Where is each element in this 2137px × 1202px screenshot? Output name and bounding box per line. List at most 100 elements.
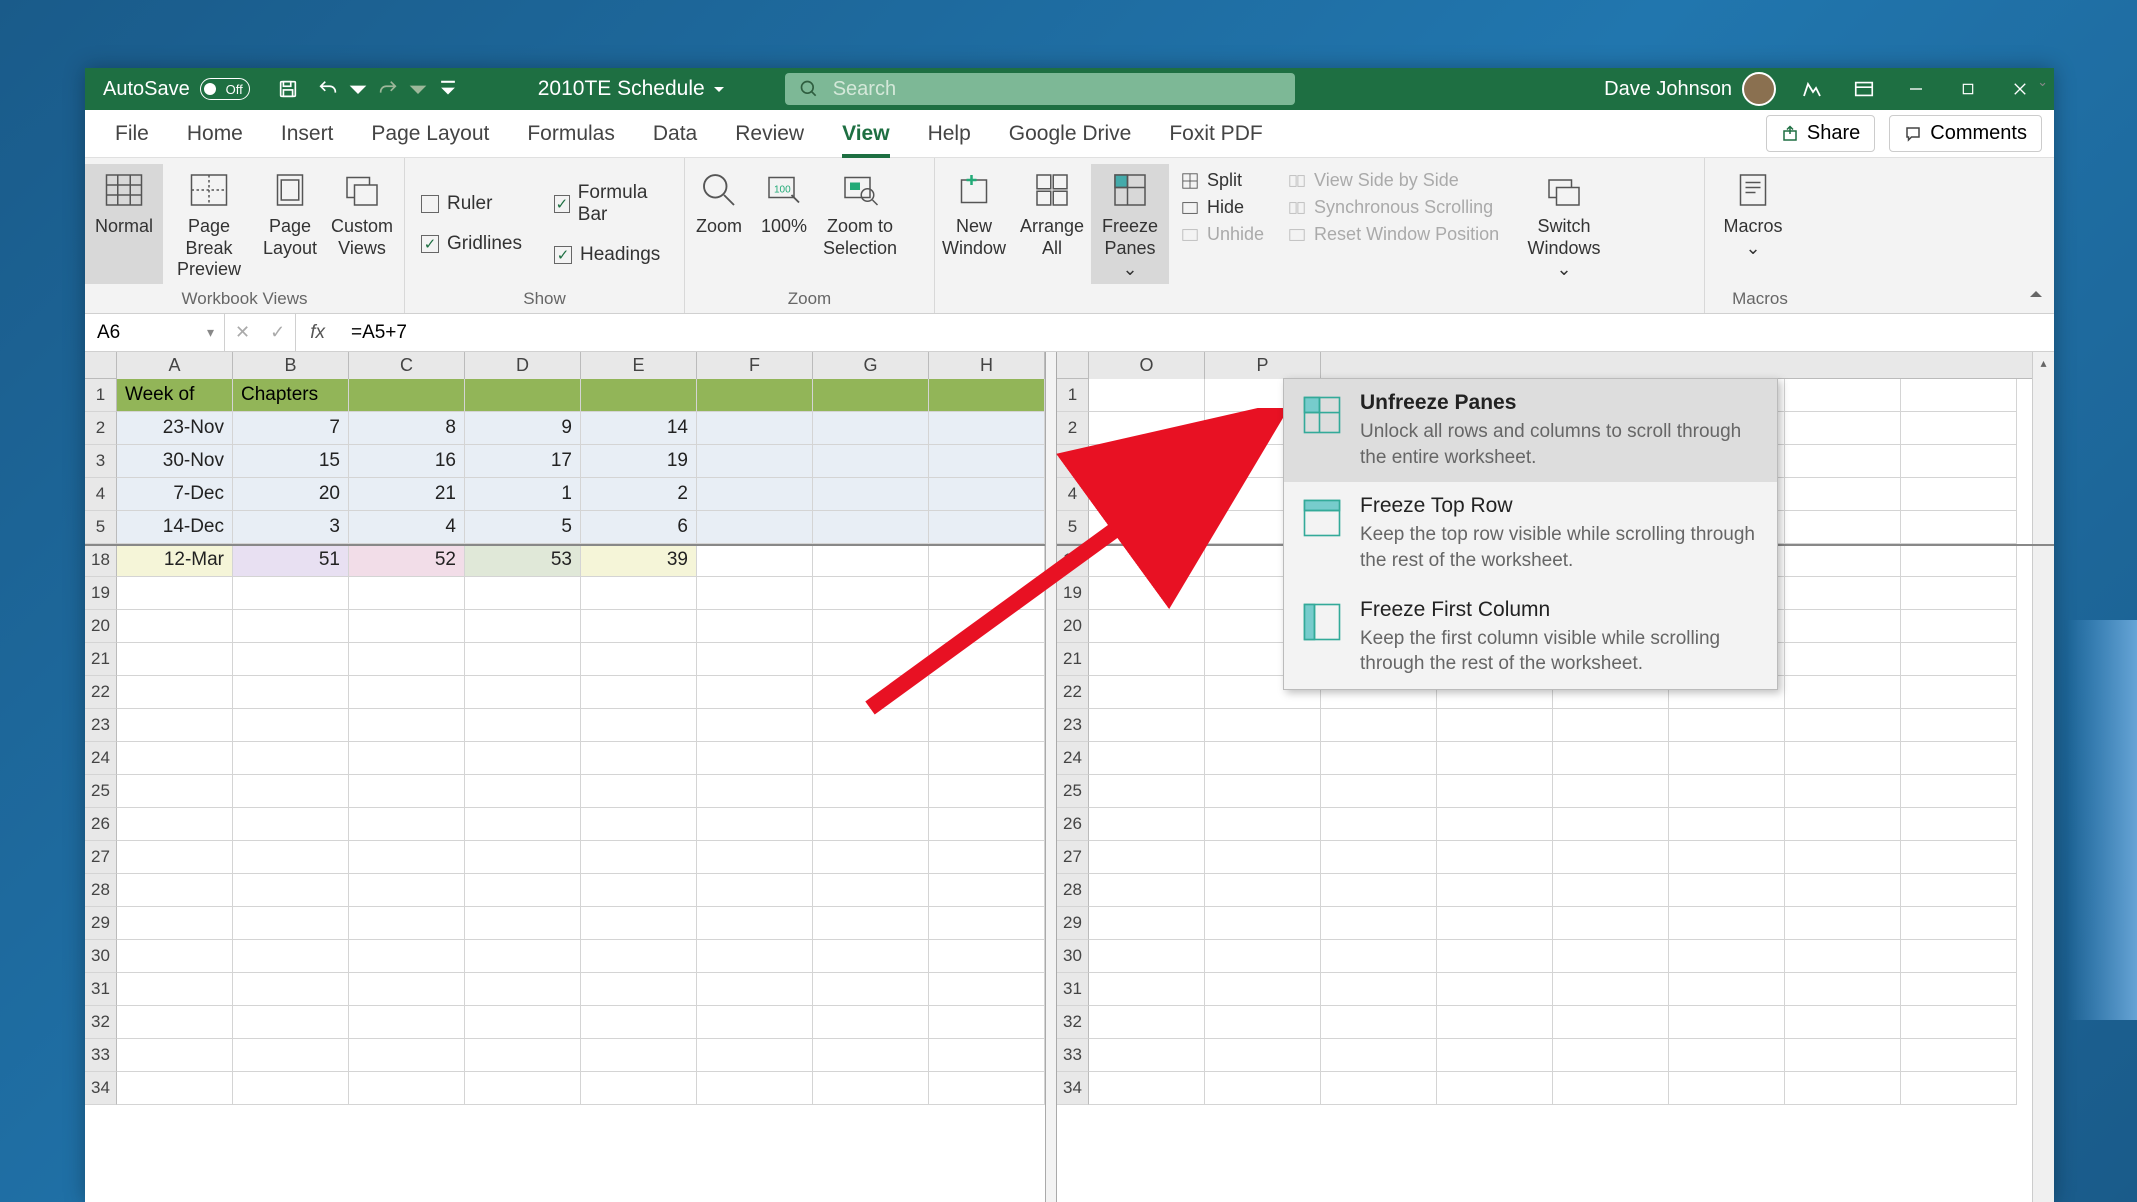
cell[interactable] (1321, 742, 1437, 775)
cell[interactable] (1089, 742, 1205, 775)
cell[interactable] (1321, 1072, 1437, 1105)
cell[interactable] (813, 907, 929, 940)
cell[interactable] (1901, 841, 2017, 874)
cell[interactable] (117, 577, 233, 610)
qat-customize-icon[interactable] (428, 68, 468, 110)
cell[interactable]: 12-Mar (117, 544, 233, 577)
page-break-preview-button[interactable]: Page BreakPreview (163, 164, 255, 284)
cell[interactable] (465, 940, 581, 973)
cell[interactable] (813, 445, 929, 478)
cell[interactable] (465, 1072, 581, 1105)
cell[interactable] (581, 742, 697, 775)
row-header[interactable]: 33 (1057, 1039, 1089, 1072)
cell[interactable] (697, 874, 813, 907)
cell[interactable] (233, 577, 349, 610)
cell[interactable]: 5 (465, 511, 581, 544)
cell[interactable] (465, 709, 581, 742)
cell[interactable]: 52 (349, 544, 465, 577)
cell[interactable] (1437, 808, 1553, 841)
cell[interactable] (233, 676, 349, 709)
row-header[interactable]: 23 (85, 709, 117, 742)
cell[interactable] (581, 1072, 697, 1105)
row-header[interactable]: 34 (85, 1072, 117, 1105)
cell[interactable] (697, 544, 813, 577)
switch-windows-button[interactable]: SwitchWindows ⌄ (1516, 164, 1612, 284)
cell[interactable] (465, 742, 581, 775)
normal-view-button[interactable]: Normal (85, 164, 163, 284)
cell[interactable] (233, 940, 349, 973)
cell[interactable] (929, 907, 1045, 940)
redo-dropdown-icon[interactable] (408, 68, 428, 110)
collapse-ribbon-icon[interactable] (2028, 286, 2044, 307)
cell[interactable] (929, 973, 1045, 1006)
row-header[interactable]: 24 (1057, 742, 1089, 775)
cell[interactable] (349, 841, 465, 874)
cell[interactable] (1669, 775, 1785, 808)
cell[interactable] (581, 709, 697, 742)
row-header[interactable]: 19 (85, 577, 117, 610)
tab-google-drive[interactable]: Google Drive (991, 112, 1150, 156)
cell[interactable] (1205, 973, 1321, 1006)
cell[interactable]: 14 (581, 412, 697, 445)
headings-checkbox[interactable]: ✓Headings (554, 244, 668, 266)
row-header[interactable]: 5 (85, 511, 117, 544)
cell[interactable] (233, 709, 349, 742)
cell[interactable] (1785, 709, 1901, 742)
cell[interactable] (117, 1006, 233, 1039)
cell[interactable] (117, 709, 233, 742)
cell[interactable] (1669, 709, 1785, 742)
row-header[interactable]: 26 (85, 808, 117, 841)
tab-view[interactable]: View (824, 112, 907, 156)
cell[interactable]: 23-Nov (117, 412, 233, 445)
cell[interactable] (1669, 874, 1785, 907)
cell[interactable] (1321, 775, 1437, 808)
row-header[interactable]: 32 (1057, 1006, 1089, 1039)
cell[interactable] (697, 907, 813, 940)
cell[interactable] (1321, 808, 1437, 841)
cell[interactable] (929, 874, 1045, 907)
cell[interactable]: 14-Dec (117, 511, 233, 544)
cell[interactable] (1669, 742, 1785, 775)
cell[interactable] (1205, 1006, 1321, 1039)
cell[interactable] (233, 643, 349, 676)
cell[interactable] (929, 1039, 1045, 1072)
cell[interactable] (349, 907, 465, 940)
cell[interactable] (1205, 874, 1321, 907)
cell[interactable] (813, 874, 929, 907)
cell[interactable] (581, 775, 697, 808)
cell[interactable] (1785, 412, 1901, 445)
cancel-formula-icon[interactable]: ✕ (235, 322, 250, 343)
col-header[interactable]: P (1205, 352, 1321, 379)
autosave-toggle[interactable]: Off (200, 78, 250, 100)
row-header[interactable]: 30 (1057, 940, 1089, 973)
cell[interactable] (1321, 1006, 1437, 1039)
cell[interactable] (813, 643, 929, 676)
cell[interactable] (1089, 709, 1205, 742)
cell[interactable] (233, 973, 349, 1006)
cell[interactable] (1553, 742, 1669, 775)
cell[interactable] (813, 544, 929, 577)
cell[interactable] (1785, 1039, 1901, 1072)
cell[interactable] (581, 808, 697, 841)
row-header[interactable]: 33 (85, 1039, 117, 1072)
custom-views-button[interactable]: CustomViews (325, 164, 399, 284)
cell[interactable] (465, 577, 581, 610)
cell[interactable] (1785, 874, 1901, 907)
vertical-scrollbar[interactable]: ▴ (2032, 352, 2054, 1202)
coming-soon-icon[interactable] (1788, 68, 1836, 110)
row-header[interactable]: 29 (1057, 907, 1089, 940)
col-header-b[interactable]: B (233, 352, 349, 379)
cell[interactable] (1089, 478, 1205, 511)
cell[interactable] (1437, 841, 1553, 874)
cell[interactable] (1901, 1072, 2017, 1105)
col-header-e[interactable]: E (581, 352, 697, 379)
save-icon[interactable] (268, 68, 308, 110)
cell[interactable] (1785, 775, 1901, 808)
tab-review[interactable]: Review (717, 112, 822, 156)
row-header[interactable]: 27 (1057, 841, 1089, 874)
cell[interactable] (697, 1006, 813, 1039)
cell[interactable] (1437, 874, 1553, 907)
cell[interactable] (1901, 1039, 2017, 1072)
cell[interactable] (581, 940, 697, 973)
cell[interactable] (1553, 940, 1669, 973)
